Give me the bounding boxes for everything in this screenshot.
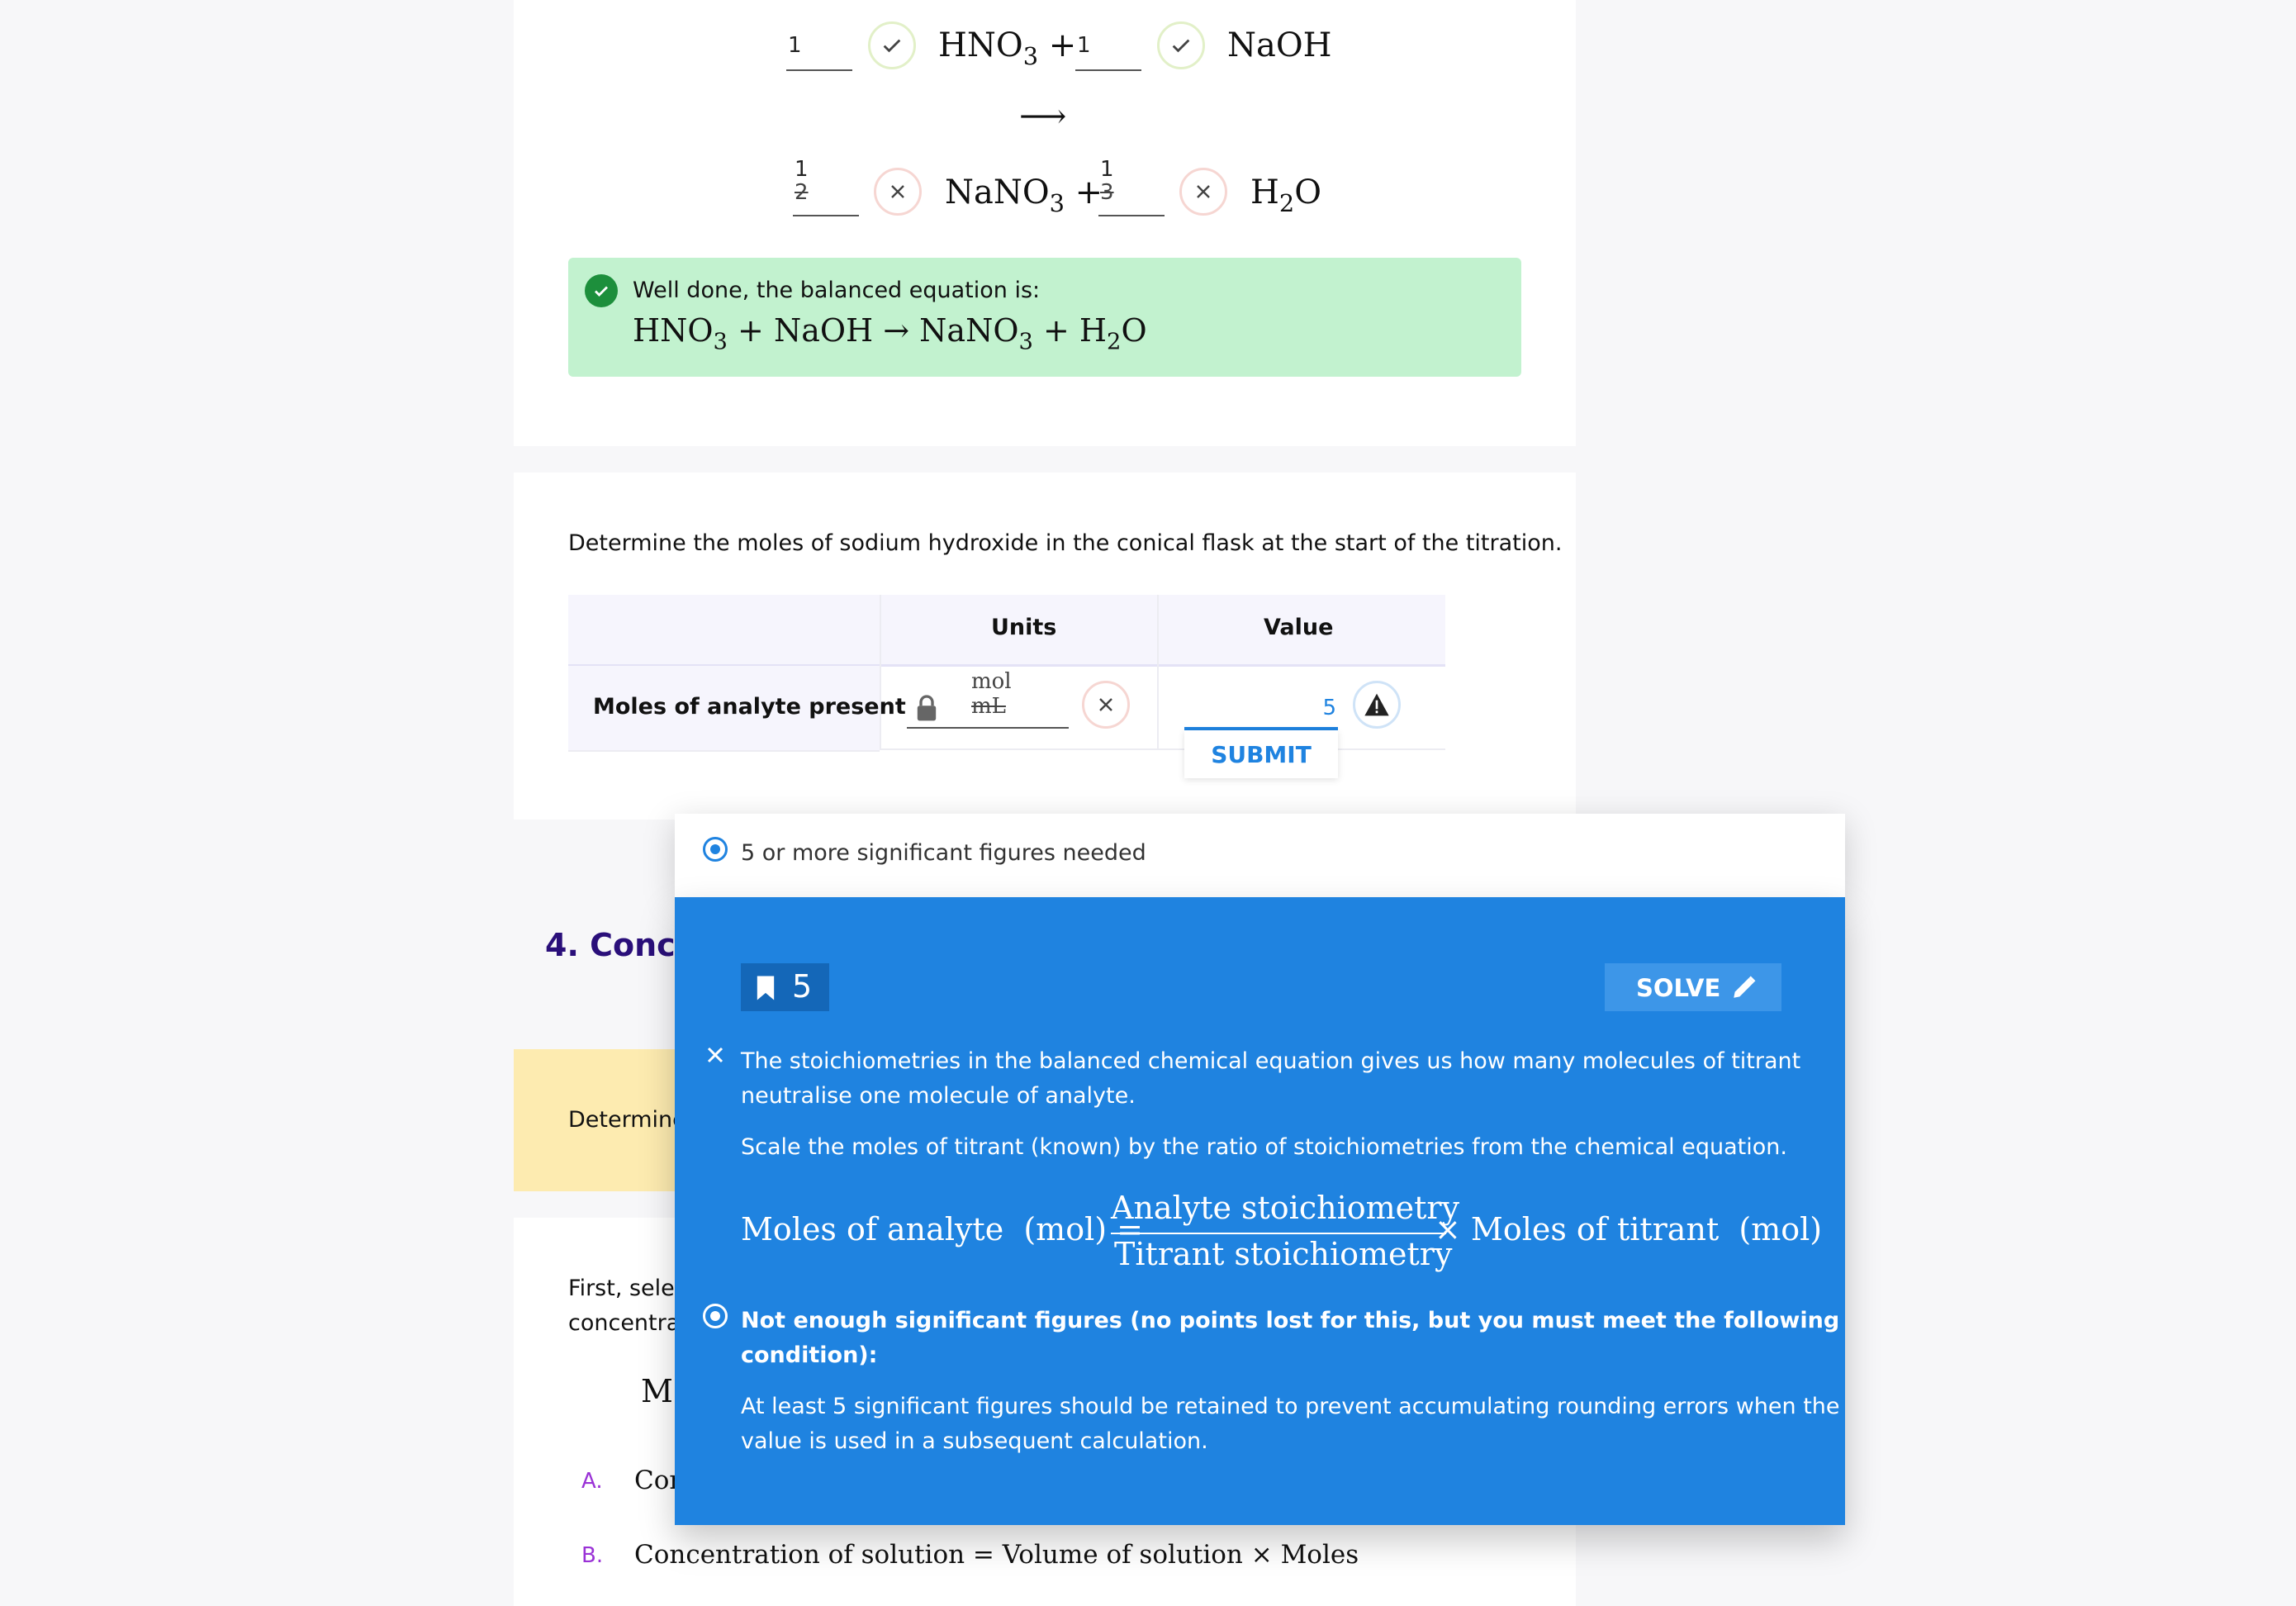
- value-input[interactable]: 5: [1184, 687, 1338, 730]
- balanced-equation: HNO3 + NaOH → NaNO3 + H2O: [633, 312, 1147, 355]
- incorrect-indicator: [1179, 168, 1227, 216]
- equation-card: 1 HNO3 + 1 NaOH ⟶ 1 2 NaNO3 + 1 3 H2O: [514, 0, 1576, 446]
- paragraph-line: First, selec: [568, 1276, 687, 1301]
- warning-title-line: Not enough significant figures (no point…: [741, 1308, 1840, 1333]
- table-divider: [1157, 595, 1159, 750]
- reaction-arrow: ⟶: [1019, 97, 1067, 135]
- popover-header: 5 or more significant figures needed: [675, 814, 1845, 897]
- math-fragment: M: [641, 1373, 673, 1409]
- unit-previous: mL: [971, 694, 1006, 719]
- hint-panel: 5 SOLVE The stoichiometries in the balan…: [675, 897, 1845, 1525]
- formula-denominator: Titrant stoichiometry: [1114, 1236, 1453, 1272]
- check-icon: [595, 286, 608, 297]
- coefficient-value: 1: [1100, 157, 1114, 182]
- formula-nano3: NaNO3 +: [945, 173, 1103, 218]
- incorrect-indicator: [1082, 681, 1130, 729]
- warning-body-line: value is used in a subsequent calculatio…: [741, 1428, 1208, 1454]
- coefficient-input-nano3[interactable]: 1 2: [793, 157, 859, 216]
- hint-badge: 5: [741, 963, 829, 1011]
- success-message: Well done, the balanced equation is:: [633, 278, 1041, 303]
- coefficient-value: 1: [1077, 33, 1091, 58]
- section-heading: 4. Conce: [545, 927, 697, 963]
- coefficient-value: 1: [788, 33, 802, 58]
- solve-button[interactable]: SOLVE: [1605, 963, 1781, 1011]
- yellow-question-prompt: Determine: [568, 1107, 686, 1133]
- hint-line: The stoichiometries in the balanced chem…: [741, 1048, 1801, 1074]
- success-feedback: Well done, the balanced equation is: HNO…: [568, 258, 1521, 377]
- formula-rhs: × Moles of titrant (mol): [1435, 1211, 1823, 1247]
- column-header-value: Value: [1264, 615, 1334, 640]
- coefficient-input-naoh[interactable]: 1: [1075, 33, 1141, 71]
- coefficient-input-h2o[interactable]: 1 3: [1098, 157, 1165, 216]
- formula-naoh: NaOH: [1227, 26, 1332, 64]
- correct-indicator: [1157, 21, 1205, 69]
- coefficient-input-hno3[interactable]: 1: [786, 33, 852, 71]
- previous-coefficient: 3: [1100, 180, 1114, 205]
- incorrect-indicator: [874, 168, 922, 216]
- choice-letter-a: A.: [581, 1469, 603, 1494]
- close-icon[interactable]: [706, 1046, 724, 1064]
- warning-title-line: condition):: [741, 1342, 878, 1368]
- choice-letter-b: B.: [581, 1543, 604, 1568]
- fraction-bar: [1111, 1233, 1446, 1234]
- value-text: 5: [1322, 696, 1336, 720]
- success-icon: [585, 274, 618, 307]
- column-header-units: Units: [991, 615, 1057, 640]
- hint-line: neutralise one molecule of analyte.: [741, 1083, 1136, 1109]
- radio-icon: [703, 837, 728, 862]
- warning-icon: [1364, 693, 1389, 716]
- check-icon: [1172, 39, 1190, 53]
- paragraph-line: concentrat: [568, 1310, 689, 1336]
- correct-indicator: [868, 21, 916, 69]
- close-icon: [1099, 698, 1112, 711]
- question-prompt: Determine the moles of sodium hydroxide …: [568, 530, 1563, 556]
- lock-icon: [917, 695, 937, 721]
- popover-pointer: [1244, 796, 1280, 815]
- warning-body-line: At least 5 significant figures should be…: [741, 1394, 1840, 1419]
- radio-icon: [703, 1304, 728, 1328]
- submit-label: SUBMIT: [1211, 740, 1312, 768]
- close-icon: [891, 185, 904, 198]
- table-divider: [880, 595, 881, 750]
- formula-numerator: Analyte stoichiometry: [1111, 1190, 1460, 1226]
- warning-indicator: [1353, 681, 1401, 729]
- solve-label: SOLVE: [1636, 974, 1721, 1002]
- hint-badge-number: 5: [792, 968, 813, 1005]
- unit-value: mol: [971, 669, 1012, 694]
- hint-line: Scale the moles of titrant (known) by th…: [741, 1134, 1787, 1160]
- formula-h2o: H2O: [1250, 173, 1322, 218]
- sigfig-note: 5 or more significant figures needed: [741, 840, 1146, 866]
- submit-button[interactable]: SUBMIT: [1184, 730, 1338, 778]
- bookmark-icon: [757, 976, 775, 1000]
- units-field[interactable]: mol mL: [907, 669, 1069, 729]
- previous-coefficient: 2: [795, 180, 809, 205]
- row-label: Moles of analyte present: [593, 694, 906, 720]
- check-icon: [883, 39, 901, 53]
- pencil-icon: [1734, 976, 1756, 998]
- choice-b[interactable]: Concentration of solution = Volume of so…: [634, 1540, 1359, 1570]
- formula-hno3: HNO3 +: [938, 26, 1077, 71]
- formula-lhs: Moles of analyte (mol) =: [741, 1211, 1143, 1247]
- coefficient-value: 1: [795, 157, 809, 182]
- close-icon: [1197, 185, 1210, 198]
- table-row-bottom: [880, 748, 1445, 750]
- question-card: Determine the moles of sodium hydroxide …: [514, 473, 1576, 820]
